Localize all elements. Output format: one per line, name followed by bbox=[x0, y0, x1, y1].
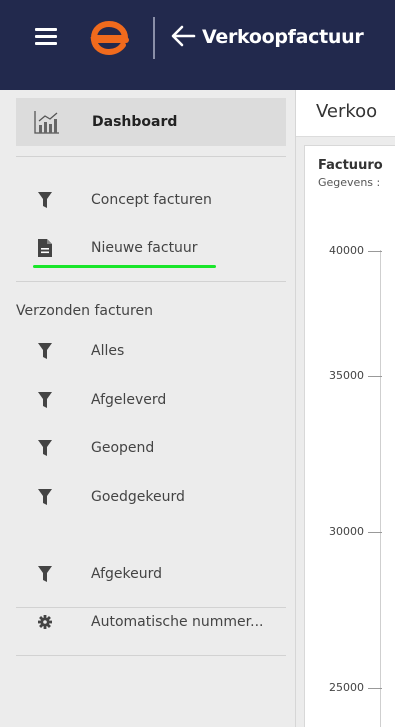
main-content: Verkoo Factuuro Gegevens : bbox=[296, 90, 395, 727]
sidebar-item-label: Afgekeurd bbox=[91, 566, 162, 582]
sidebar-item-geopend[interactable]: Geopend bbox=[0, 431, 286, 465]
chart-icon bbox=[34, 111, 59, 134]
sidebar-item-nieuwe-factuur[interactable]: Nieuwe factuur bbox=[0, 231, 286, 265]
sidebar-item-afgeleverd[interactable]: Afgeleverd bbox=[0, 383, 286, 417]
sidebar-item-label: Dashboard bbox=[92, 114, 178, 130]
sidebar-item-alles[interactable]: Alles bbox=[0, 334, 286, 368]
chart-card: Factuuro Gegevens : bbox=[304, 145, 395, 727]
card-title: Factuuro bbox=[318, 158, 383, 173]
sidebar-item-afgekeurd[interactable]: Afgekeurd bbox=[0, 557, 286, 591]
divider bbox=[16, 281, 286, 282]
document-icon bbox=[38, 239, 52, 257]
menu-icon[interactable] bbox=[35, 28, 57, 46]
filter-icon bbox=[38, 392, 52, 408]
filter-icon bbox=[38, 566, 52, 582]
sidebar-item-concept-facturen[interactable]: Concept facturen bbox=[0, 183, 286, 217]
app-header: Verkoopfactuur bbox=[0, 0, 395, 90]
page-title-bar: Verkoo bbox=[296, 90, 395, 137]
page-title: Verkoo bbox=[316, 101, 378, 122]
sidebar-item-label: Nieuwe factuur bbox=[91, 240, 198, 256]
filter-icon bbox=[38, 440, 52, 456]
section-label-verzonden: Verzonden facturen bbox=[16, 303, 153, 319]
active-underline bbox=[33, 265, 216, 268]
filter-icon bbox=[38, 192, 52, 208]
sidebar-item-label: Afgeleverd bbox=[91, 392, 167, 408]
sidebar-item-label: Geopend bbox=[91, 440, 155, 456]
divider bbox=[16, 655, 286, 656]
sidebar-item-label: Concept facturen bbox=[91, 192, 212, 208]
card-subtitle: Gegevens : bbox=[318, 176, 381, 189]
gear-icon bbox=[38, 615, 52, 629]
divider bbox=[16, 156, 286, 157]
page-header-title: Verkoopfactuur bbox=[202, 26, 364, 48]
filter-icon bbox=[38, 489, 52, 505]
header-divider bbox=[153, 17, 155, 59]
filter-icon bbox=[38, 343, 52, 359]
sidebar-item-label: Automatische nummer... bbox=[91, 614, 264, 630]
back-arrow-icon[interactable] bbox=[170, 24, 196, 48]
sidebar: Dashboard Concept facturen Nieuwe factuu… bbox=[0, 90, 296, 727]
app-logo bbox=[90, 21, 129, 56]
sidebar-item-goedgekeurd[interactable]: Goedgekeurd bbox=[0, 480, 286, 514]
sidebar-item-label: Goedgekeurd bbox=[91, 489, 185, 505]
sidebar-item-dashboard[interactable]: Dashboard bbox=[16, 98, 286, 146]
sidebar-item-label: Alles bbox=[91, 343, 125, 359]
sidebar-item-automatische-nummering[interactable]: Automatische nummer... bbox=[0, 605, 286, 639]
